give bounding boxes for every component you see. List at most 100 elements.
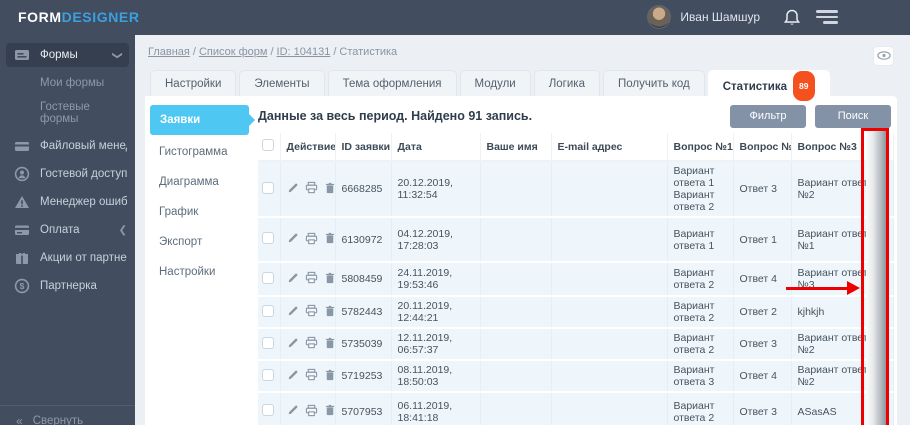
- breadcrumb-link[interactable]: Главная: [148, 46, 190, 58]
- table-row: 573503912.11.2019, 06:57:37Вариант ответ…: [258, 328, 893, 360]
- sidebar-subitem[interactable]: Гостевые формы: [0, 95, 135, 131]
- delete-icon[interactable]: [324, 305, 336, 320]
- select-all-checkbox[interactable]: [262, 139, 274, 151]
- sidebar-item[interactable]: Менеджер ошибок: [0, 189, 135, 215]
- column-header: Вопрос №2: [733, 133, 791, 161]
- table-header-row: ДействиеID заявкиДатаВаше имяE-mail адре…: [258, 133, 893, 161]
- row-checkbox[interactable]: [262, 369, 274, 381]
- edit-icon[interactable]: [287, 272, 299, 287]
- tab-label: Настройки: [165, 78, 221, 90]
- chevron-down-icon: ❯: [111, 51, 122, 59]
- breadcrumb-separator: /: [333, 46, 336, 58]
- tab-item[interactable]: Элементы: [239, 70, 324, 96]
- row-q1-cell: Вариант ответа 1 Вариант ответа 2: [667, 161, 733, 217]
- tab-item[interactable]: Логика: [534, 70, 600, 96]
- row-actions-cell: [280, 296, 335, 328]
- print-icon[interactable]: [305, 336, 318, 352]
- sidebar-item-label: Менеджер ошибок: [40, 196, 127, 208]
- sidebar-collapse-button[interactable]: « Свернуть: [0, 405, 135, 425]
- breadcrumb-link[interactable]: Список форм: [199, 46, 268, 58]
- svg-text:$: $: [20, 281, 25, 291]
- sidebar-item[interactable]: $ Партнерка: [0, 273, 135, 299]
- avatar[interactable]: [647, 5, 671, 29]
- row-id-cell: 6668285: [335, 161, 391, 217]
- row-date-cell: 20.12.2019, 11:32:54: [391, 161, 480, 217]
- hamburger-menu-icon[interactable]: [816, 10, 838, 25]
- delete-icon[interactable]: [324, 337, 336, 352]
- guest-access-icon: [14, 166, 30, 182]
- edit-icon[interactable]: [287, 369, 299, 384]
- gift-icon: [14, 250, 30, 266]
- sidebar-item-label: Партнерка: [40, 280, 127, 292]
- row-actions-cell: [280, 392, 335, 425]
- breadcrumb-link[interactable]: ID: 104131: [277, 46, 331, 58]
- column-header: ID заявки: [335, 133, 391, 161]
- row-q2-cell: Ответ 2: [733, 296, 791, 328]
- subnav-item[interactable]: Диаграмма: [145, 167, 257, 197]
- preview-button[interactable]: [873, 46, 894, 66]
- row-email-cell: [551, 296, 667, 328]
- row-checkbox[interactable]: [262, 404, 274, 416]
- edit-icon[interactable]: [287, 232, 299, 247]
- row-checkbox[interactable]: [262, 305, 274, 317]
- row-name-cell: [480, 296, 551, 328]
- sidebar-item-label: Файловый менеджер: [40, 140, 127, 152]
- statistics-panel: ЗаявкиГистограммаДиаграммаГрафикЭкспортН…: [145, 96, 897, 425]
- row-date-cell: 04.12.2019, 17:28:03: [391, 217, 480, 262]
- delete-icon[interactable]: [324, 232, 336, 247]
- tab-label: Статистика: [723, 81, 787, 93]
- row-actions-cell: [280, 328, 335, 360]
- filter-button[interactable]: Фильтр: [730, 105, 806, 128]
- subnav-item[interactable]: Настройки: [145, 257, 257, 287]
- table-row: 613097204.12.2019, 17:28:03Вариант ответ…: [258, 217, 893, 262]
- print-icon[interactable]: [305, 271, 318, 287]
- row-checkbox[interactable]: [262, 272, 274, 284]
- print-icon[interactable]: [305, 368, 318, 384]
- print-icon[interactable]: [305, 232, 318, 248]
- print-icon[interactable]: [305, 181, 318, 197]
- sidebar-subitem[interactable]: Мои формы: [0, 71, 135, 95]
- row-date-cell: 12.11.2019, 06:57:37: [391, 328, 480, 360]
- sidebar-item[interactable]: Формы❯: [6, 43, 129, 67]
- subnav-item[interactable]: Гистограмма: [145, 137, 257, 167]
- subnav-item[interactable]: Экспорт: [145, 227, 257, 257]
- user-menu[interactable]: Иван Шамшур: [647, 5, 760, 29]
- row-checkbox[interactable]: [262, 182, 274, 194]
- tab-item[interactable]: Настройки: [150, 70, 236, 96]
- subnav-item[interactable]: График: [145, 197, 257, 227]
- delete-icon[interactable]: [324, 272, 336, 287]
- tab-item[interactable]: Модули: [460, 70, 531, 96]
- delete-icon[interactable]: [324, 369, 336, 384]
- subnav-item[interactable]: Заявки: [150, 105, 249, 135]
- row-checkbox[interactable]: [262, 337, 274, 349]
- sidebar-item[interactable]: Файловый менеджер: [0, 133, 135, 159]
- sidebar-item[interactable]: Акции от партнеров: [0, 245, 135, 271]
- delete-icon[interactable]: [324, 182, 336, 197]
- app-logo: FORMDESIGNER: [18, 9, 140, 25]
- tab-active[interactable]: Статистика89: [708, 70, 830, 96]
- print-icon[interactable]: [305, 304, 318, 320]
- delete-icon[interactable]: [324, 404, 336, 419]
- table-row: 578244320.11.2019, 12:44:21Вариант ответ…: [258, 296, 893, 328]
- search-button[interactable]: Поиск: [815, 105, 891, 128]
- edit-icon[interactable]: [287, 337, 299, 352]
- edit-icon[interactable]: [287, 182, 299, 197]
- row-select-cell: [258, 217, 280, 262]
- edit-icon[interactable]: [287, 305, 299, 320]
- sidebar-item[interactable]: Гостевой доступ: [0, 161, 135, 187]
- row-actions-cell: [280, 360, 335, 392]
- tab-item[interactable]: Получить код: [603, 70, 705, 96]
- row-id-cell: 5808459: [335, 262, 391, 296]
- row-q1-cell: Вариант ответа 1: [667, 217, 733, 262]
- row-date-cell: 20.11.2019, 12:44:21: [391, 296, 480, 328]
- tab-item[interactable]: Тема оформления: [328, 70, 457, 96]
- row-checkbox[interactable]: [262, 232, 274, 244]
- sidebar-item[interactable]: Оплата❮: [0, 217, 135, 243]
- edit-icon[interactable]: [287, 404, 299, 419]
- print-icon[interactable]: [305, 404, 318, 420]
- error-manager-icon: [14, 194, 30, 210]
- notifications-bell-icon[interactable]: [782, 8, 802, 28]
- row-select-cell: [258, 262, 280, 296]
- topbar: FORMDESIGNER Иван Шамшур: [0, 0, 910, 35]
- logo-primary: FORM: [18, 9, 62, 25]
